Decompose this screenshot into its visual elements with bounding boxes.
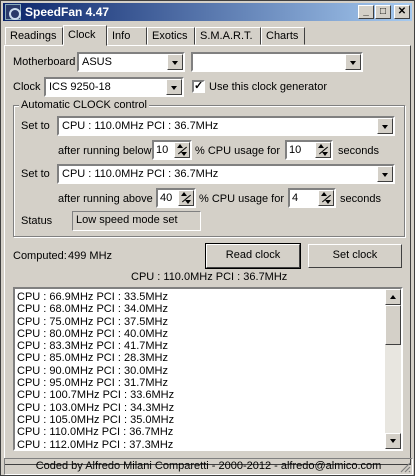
seconds-label-2: seconds	[340, 193, 381, 205]
chevron-down-icon[interactable]	[167, 54, 183, 70]
clock-generator-value: ICS 9250-18	[49, 81, 111, 93]
tab-charts[interactable]: Charts	[261, 27, 305, 45]
tab-exotics[interactable]: Exotics	[147, 27, 195, 45]
status-bar-text: Coded by Alfredo Milani Comparetti - 200…	[35, 460, 382, 472]
clock-label: Clock	[13, 81, 41, 93]
list-item[interactable]: CPU : 103.0MHz PCI : 34.3MHz	[17, 402, 385, 414]
list-item[interactable]: CPU : 66.9MHz PCI : 33.5MHz	[17, 291, 385, 303]
list-item[interactable]: CPU : 85.0MHz PCI : 28.3MHz	[17, 352, 385, 364]
title-bar[interactable]: SpeedFan 4.47 _ □ ✕	[3, 3, 412, 21]
chevron-down-icon[interactable]	[377, 166, 393, 182]
list-item[interactable]: CPU : 80.0MHz PCI : 40.0MHz	[17, 328, 385, 340]
current-clock-readout: CPU : 110.0MHz PCI : 36.7MHz	[131, 271, 288, 283]
spin-arrows-icon[interactable]	[318, 190, 334, 206]
status-field: Low speed mode set	[72, 211, 201, 231]
spin-arrows-icon[interactable]	[174, 142, 190, 158]
list-item[interactable]: CPU : 68.0MHz PCI : 34.0MHz	[17, 303, 385, 315]
cpu-usage-label-2: % CPU usage for	[199, 193, 284, 205]
read-clock-button[interactable]: Read clock	[205, 243, 301, 269]
use-generator-checkbox[interactable]: ✓	[192, 80, 205, 93]
motherboard-select[interactable]: ASUS	[77, 52, 185, 72]
tab-info[interactable]: Info	[107, 27, 147, 45]
tab-clock[interactable]: Clock	[63, 25, 107, 46]
spin-arrows-icon[interactable]	[315, 142, 331, 158]
above-threshold-value: 40	[160, 192, 173, 204]
motherboard-select-value: ASUS	[82, 56, 112, 68]
scroll-up-arrow-icon[interactable]	[385, 289, 401, 305]
close-button[interactable]: ✕	[394, 5, 410, 19]
computed-label: Computed:	[13, 250, 67, 262]
above-threshold-spinner[interactable]: 40	[156, 188, 196, 208]
below-seconds-value: 10	[289, 144, 302, 156]
list-item[interactable]: CPU : 95.0MHz PCI : 31.7MHz	[17, 377, 385, 389]
computed-value: 499 MHz	[68, 250, 113, 262]
chevron-down-icon[interactable]	[377, 118, 393, 134]
motherboard-label: Motherboard	[13, 56, 76, 68]
below-seconds-spinner[interactable]: 10	[285, 140, 333, 160]
resize-grip-icon[interactable]	[399, 461, 411, 473]
high-speed-clock-select[interactable]: CPU : 110.0MHz PCI : 36.7MHz	[57, 164, 395, 184]
motherboard-model-select[interactable]	[191, 52, 363, 72]
maximize-button[interactable]: □	[375, 5, 391, 19]
list-item[interactable]: CPU : 83.3MHz PCI : 41.7MHz	[17, 340, 385, 352]
after-running-above-label: after running above	[58, 193, 153, 205]
clock-generator-select[interactable]: ICS 9250-18	[44, 77, 184, 97]
window-title: SpeedFan 4.47	[25, 5, 110, 19]
chevron-down-icon[interactable]	[166, 79, 182, 95]
cpu-usage-label-1: % CPU usage for	[195, 145, 280, 157]
scrollbar-thumb[interactable]	[385, 305, 401, 345]
scroll-down-arrow-icon[interactable]	[385, 433, 401, 449]
list-item[interactable]: CPU : 112.0MHz PCI : 37.3MHz	[17, 439, 385, 449]
list-item[interactable]: CPU : 100.7MHz PCI : 33.6MHz	[17, 389, 385, 401]
list-item[interactable]: CPU : 110.0MHz PCI : 36.7MHz	[17, 426, 385, 438]
clock-frequency-list[interactable]: CPU : 66.9MHz PCI : 33.5MHz CPU : 68.0MHz…	[13, 287, 403, 451]
spin-arrows-icon[interactable]	[178, 190, 194, 206]
below-threshold-spinner[interactable]: 10	[152, 140, 192, 160]
status-label: Status	[21, 215, 53, 227]
list-item[interactable]: CPU : 105.0MHz PCI : 35.0MHz	[17, 414, 385, 426]
seconds-label-1: seconds	[338, 145, 379, 157]
set-to-label-1: Set to	[21, 120, 50, 132]
set-clock-button[interactable]: Set clock	[308, 244, 402, 268]
list-vertical-scrollbar[interactable]	[385, 289, 401, 449]
chevron-down-icon[interactable]	[345, 54, 361, 70]
list-item[interactable]: CPU : 90.0MHz PCI : 30.0MHz	[17, 365, 385, 377]
tab-readings[interactable]: Readings	[5, 27, 63, 45]
speedfan-app-icon[interactable]	[5, 4, 21, 20]
list-item[interactable]: CPU : 75.0MHz PCI : 37.5MHz	[17, 316, 385, 328]
automatic-clock-control-title: Automatic CLOCK control	[19, 99, 149, 111]
clock-frequency-items: CPU : 66.9MHz PCI : 33.5MHz CPU : 68.0MHz…	[17, 291, 385, 449]
after-running-below-label: after running below	[58, 145, 152, 157]
set-to-label-2: Set to	[21, 168, 50, 180]
use-generator-label: Use this clock generator	[209, 81, 327, 93]
above-seconds-value: 4	[292, 192, 299, 204]
status-bar: Coded by Alfredo Milani Comparetti - 200…	[4, 458, 413, 475]
speedfan-window: SpeedFan 4.47 _ □ ✕ Readings Clock Info …	[0, 0, 415, 476]
minimize-button[interactable]: _	[358, 5, 374, 19]
low-speed-clock-select[interactable]: CPU : 110.0MHz PCI : 36.7MHz	[57, 116, 395, 136]
above-seconds-spinner[interactable]: 4	[288, 188, 336, 208]
low-speed-clock-value: CPU : 110.0MHz PCI : 36.7MHz	[62, 120, 219, 132]
high-speed-clock-value: CPU : 110.0MHz PCI : 36.7MHz	[62, 168, 219, 180]
tab-smart[interactable]: S.M.A.R.T.	[195, 27, 261, 45]
below-threshold-value: 10	[156, 144, 169, 156]
